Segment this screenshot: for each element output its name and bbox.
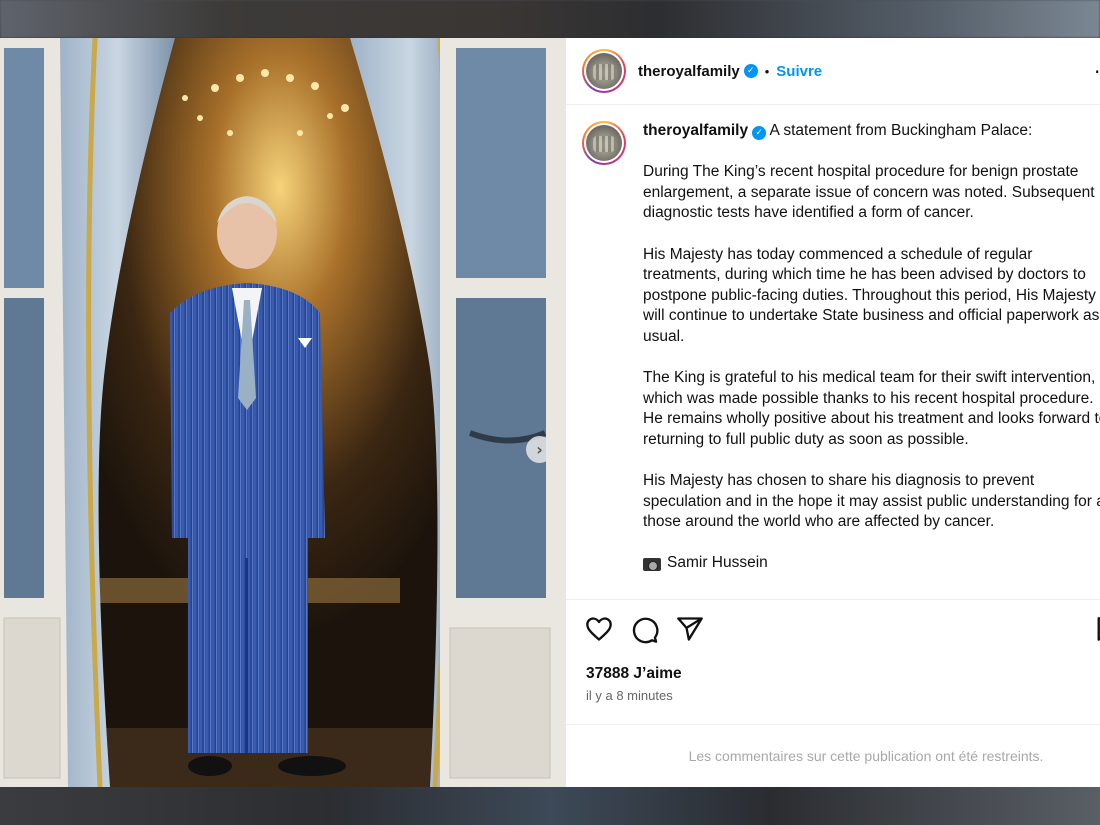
comments-divider (566, 724, 1100, 725)
comments-restricted-notice: Les commentaires sur cette publication o… (688, 748, 1044, 764)
caption-paragraph-4: His Majesty has chosen to share his diag… (643, 472, 1100, 531)
caption-paragraph-3: The King is grateful to his medical team… (643, 369, 1100, 448)
caption-intro: A statement from Buckingham Palace: (766, 122, 1033, 139)
post-side-panel: theroyalfamily ✓ • Suivre ··· theroyalfa… (566, 38, 1100, 787)
camera-icon (643, 558, 661, 572)
carousel-next-button[interactable]: › (526, 436, 553, 463)
post-header: theroyalfamily ✓ • Suivre ··· (566, 38, 1100, 105)
caption-text: theroyalfamily ✓ A statement from Bucking… (643, 121, 1100, 574)
post-timestamp[interactable]: il y a 8 minutes (586, 688, 673, 703)
caption-paragraph-2: His Majesty has today commenced a schedu… (643, 245, 1100, 345)
bookmark-icon[interactable] (1096, 616, 1100, 647)
credit-name: Samir Hussein (667, 554, 768, 572)
caption-paragraph-1: During The King’s recent hospital proced… (643, 163, 1099, 222)
photo-illustration (0, 38, 566, 787)
likes-count[interactable]: 37888 J’aime (586, 665, 682, 683)
heart-icon[interactable] (585, 616, 613, 647)
follow-button[interactable]: Suivre (776, 63, 822, 80)
background-blur-top (0, 0, 1100, 38)
photo-credit: Samir Hussein (643, 553, 1100, 574)
caption-username[interactable]: theroyalfamily (643, 122, 748, 139)
username-link[interactable]: theroyalfamily (638, 63, 740, 80)
comment-icon[interactable] (631, 616, 659, 649)
separator: • (764, 63, 770, 79)
verified-badge-icon: ✓ (743, 64, 758, 78)
action-bar (566, 600, 1100, 660)
profile-avatar[interactable] (582, 49, 626, 93)
share-icon[interactable] (676, 616, 704, 647)
caption-area: theroyalfamily ✓ A statement from Bucking… (566, 105, 1100, 600)
caption-verified-icon: ✓ (752, 126, 767, 141)
caption-avatar[interactable] (582, 121, 626, 165)
background-blur-bottom (0, 787, 1100, 825)
more-options-icon[interactable]: ··· (1094, 60, 1100, 84)
post-photo[interactable]: › (0, 38, 566, 787)
